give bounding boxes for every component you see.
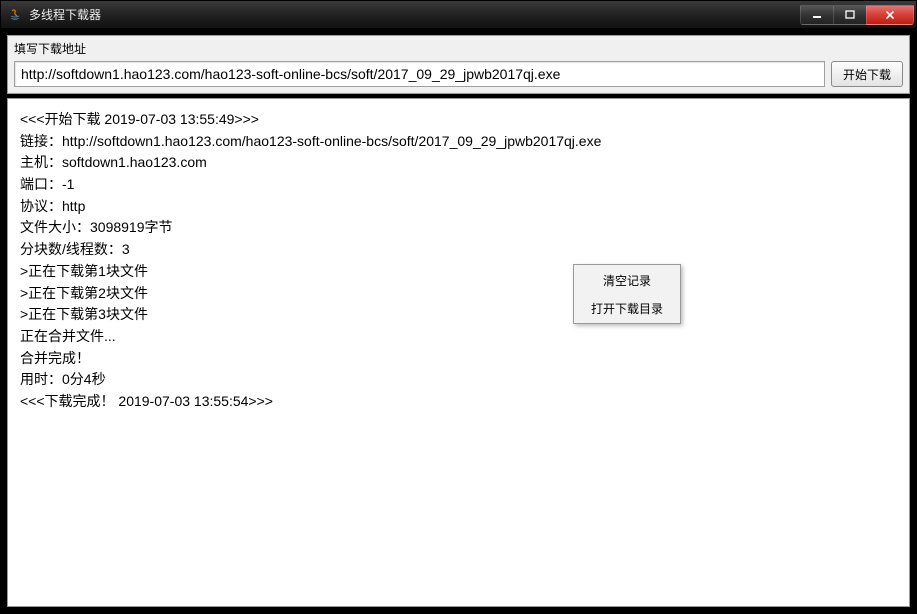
url-panel: 填写下载地址 开始下载 [7, 35, 910, 94]
window-controls [801, 5, 914, 25]
menu-open-dir[interactable]: 打开下载目录 [575, 294, 679, 322]
log-textarea[interactable]: <<<开始下载 2019-07-03 13:55:49>>> 链接：http:/… [7, 98, 910, 607]
url-row: 开始下载 [14, 61, 903, 87]
context-menu: 清空记录 打开下载目录 [573, 264, 681, 324]
menu-clear-log[interactable]: 清空记录 [575, 266, 679, 294]
title-bar[interactable]: 多线程下载器 [1, 1, 916, 29]
java-icon [7, 7, 23, 23]
app-window: 多线程下载器 填写下载地址 开始下载 <<<开始下载 2019-07-03 13… [0, 0, 917, 614]
url-input[interactable] [14, 61, 825, 87]
close-button[interactable] [866, 5, 914, 25]
url-panel-label: 填写下载地址 [14, 40, 903, 57]
minimize-button[interactable] [800, 5, 834, 25]
client-area: 填写下载地址 开始下载 <<<开始下载 2019-07-03 13:55:49>… [1, 29, 916, 613]
maximize-button[interactable] [833, 5, 867, 25]
start-download-button[interactable]: 开始下载 [831, 61, 903, 87]
window-title: 多线程下载器 [29, 6, 801, 23]
